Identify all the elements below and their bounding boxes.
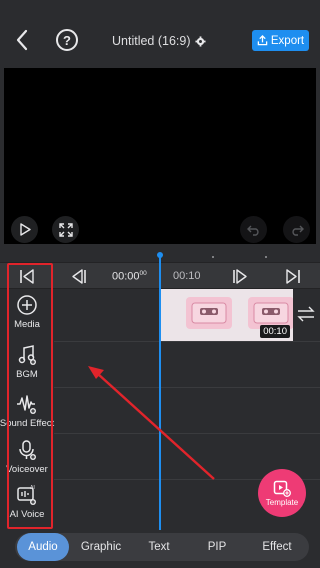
undo-icon xyxy=(246,225,259,236)
previous-frame-icon xyxy=(72,269,86,284)
current-time: 00:0000 xyxy=(112,270,147,283)
top-bar: ? Untitled (16:9) Export xyxy=(0,0,320,64)
undo-button[interactable] xyxy=(240,216,267,243)
playhead[interactable] xyxy=(159,254,161,530)
project-title[interactable]: Untitled (16:9) xyxy=(112,32,206,50)
redo-icon xyxy=(291,225,304,236)
export-button[interactable]: Export xyxy=(252,30,309,51)
upload-icon xyxy=(257,35,268,46)
annotation-highlight-box xyxy=(7,263,53,529)
next-time-label: 00:10 xyxy=(173,270,201,282)
current-time-frames: 00 xyxy=(139,270,147,277)
track-divider xyxy=(54,341,320,342)
gear-icon[interactable] xyxy=(194,35,206,47)
skip-to-end-icon xyxy=(286,269,300,284)
tab-effect[interactable]: Effect xyxy=(249,533,305,561)
bottom-tab-bar: Audio Graphic Text PIP Effect xyxy=(0,530,320,568)
tab-graphic[interactable]: Graphic xyxy=(75,533,127,561)
ruler-mark xyxy=(265,256,267,258)
ruler-mark xyxy=(212,256,214,258)
template-button[interactable]: Template xyxy=(258,469,306,517)
track-divider xyxy=(54,387,320,388)
back-button[interactable] xyxy=(10,26,34,54)
previous-frame-button[interactable] xyxy=(70,268,88,285)
playhead-handle[interactable] xyxy=(157,252,163,258)
next-frame-button[interactable] xyxy=(231,268,249,285)
skip-to-end-button[interactable] xyxy=(284,268,302,285)
track-divider xyxy=(54,433,320,434)
play-button[interactable] xyxy=(11,216,38,243)
transition-button[interactable] xyxy=(297,306,315,327)
fullscreen-icon xyxy=(58,222,73,237)
chevron-left-icon xyxy=(16,29,28,51)
help-button[interactable]: ? xyxy=(56,29,78,51)
tab-pip[interactable]: PIP xyxy=(191,533,243,561)
tab-group: Audio Graphic Text PIP Effect xyxy=(15,533,309,561)
redo-button[interactable] xyxy=(283,216,310,243)
tab-audio[interactable]: Audio xyxy=(17,533,69,561)
play-icon xyxy=(19,223,31,236)
clip-thumbnail xyxy=(186,297,232,329)
video-clip[interactable]: 00:10 xyxy=(160,289,293,341)
project-title-text: Untitled (16:9) xyxy=(112,34,191,48)
video-preview[interactable] xyxy=(4,68,316,244)
template-label: Template xyxy=(265,497,299,507)
help-icon: ? xyxy=(63,32,71,48)
clip-duration: 00:10 xyxy=(260,325,290,338)
export-label: Export xyxy=(270,34,305,47)
swap-arrows-icon xyxy=(297,306,315,322)
next-frame-icon xyxy=(233,269,247,284)
tab-text[interactable]: Text xyxy=(133,533,185,561)
template-icon xyxy=(273,480,291,497)
fullscreen-button[interactable] xyxy=(52,216,79,243)
